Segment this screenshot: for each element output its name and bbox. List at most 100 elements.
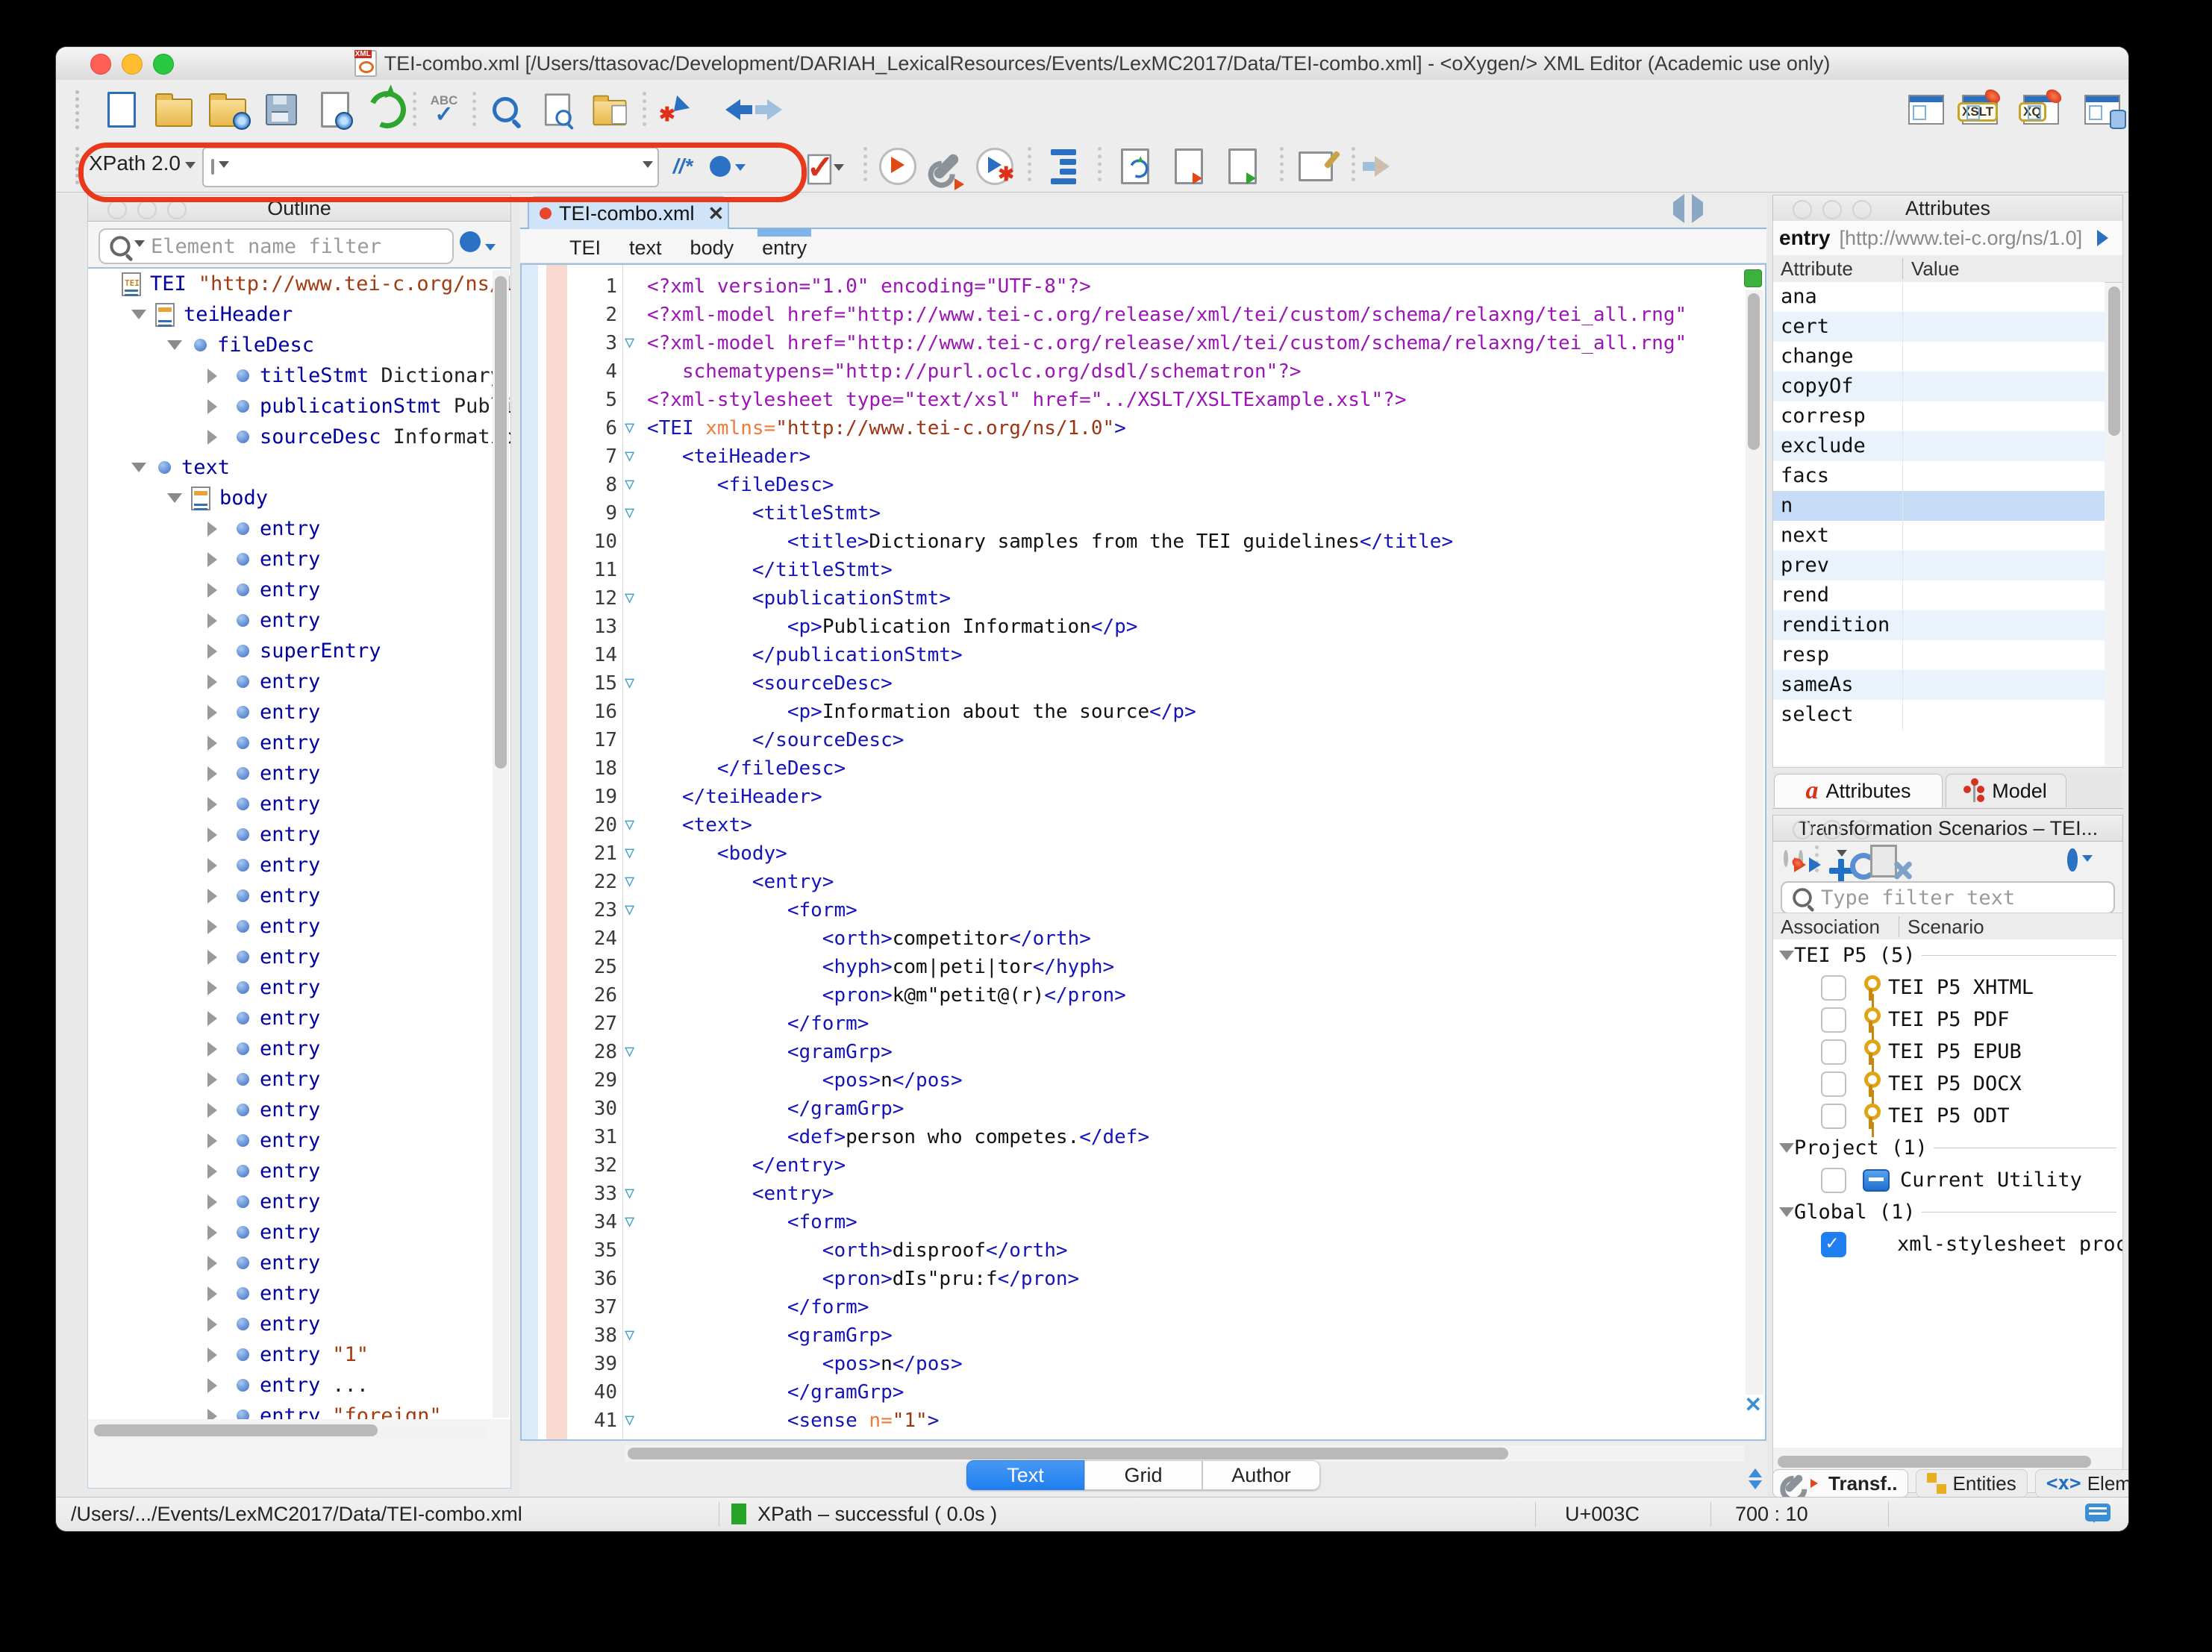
expand-icon[interactable] [207,1042,225,1057]
scenarios-settings-gear-icon[interactable] [2067,851,2093,867]
collapse-icon[interactable] [1779,951,1794,968]
code-line[interactable]: 40 </gramGrp> [522,1378,1765,1407]
code-line[interactable]: 38▽ <gramGrp> [522,1321,1765,1350]
outline-tree-item[interactable]: body [88,483,510,513]
outline-tree-item[interactable]: entry [88,819,510,850]
outline-tree-item[interactable]: entry [88,850,510,880]
attribute-row[interactable]: cert [1773,312,2105,342]
breadcrumb-item-body[interactable]: body [690,232,734,260]
editor-horizontal-scrollbar[interactable] [625,1445,1744,1462]
breadcrumb-item-TEI[interactable]: TEI [569,232,601,260]
code-line[interactable]: 24 <orth>competitor</orth> [522,924,1765,953]
code-line[interactable]: 9▽ <titleStmt> [522,499,1765,528]
outline-tree-item[interactable]: entry [88,544,510,575]
bottom-tab-elements[interactable]: <x>Elements [2035,1469,2128,1498]
attribute-row[interactable]: resp [1773,640,2105,670]
toolbar-grip[interactable] [75,147,79,184]
title-bar[interactable]: TEI-combo.xml [/Users/ttasovac/Developme… [56,47,2128,81]
fold-toggle-icon[interactable]: ▽ [625,471,634,499]
scenario-item[interactable]: TEI P5 ODT [1773,1100,2122,1132]
code-line[interactable]: 23▽ <form> [522,896,1765,924]
code-line[interactable]: 41▽ <sense n="1"> [522,1407,1765,1435]
scenario-item[interactable]: Current Utility [1773,1164,2122,1196]
expand-icon[interactable] [207,1256,225,1271]
fold-toggle-icon[interactable]: ▽ [625,1038,634,1066]
fold-toggle-icon[interactable]: ▽ [625,414,634,442]
code-line[interactable]: 33▽ <entry> [522,1180,1765,1208]
code-line[interactable]: 17 </sourceDesc> [522,726,1765,754]
outline-tree-item[interactable]: entry [88,789,510,819]
scroll-tabs-right-icon[interactable] [1692,202,1711,216]
outline-filter-input[interactable] [149,234,452,259]
xslt-debugger-icon[interactable]: XSLT [1959,89,2001,131]
view-button-text[interactable]: Text [966,1460,1084,1490]
fold-toggle-icon[interactable]: ▽ [625,896,634,924]
outline-tree-item[interactable]: entry [88,880,510,911]
forward-icon[interactable] [2097,230,2116,246]
code-line[interactable]: 30 </gramGrp> [522,1095,1765,1123]
scenario-item[interactable]: TEI P5 EPUB [1773,1036,2122,1068]
open-url-icon[interactable] [207,89,249,131]
expand-icon[interactable] [207,430,225,445]
scenario-checkbox[interactable] [1821,1104,1846,1129]
code-line[interactable]: 12▽ <publicationStmt> [522,584,1765,613]
outline-tree-item[interactable]: text [88,452,510,483]
outline-vertical-scrollbar[interactable] [493,270,509,1418]
check-wellformed-icon[interactable] [1168,146,1210,187]
expand-icon[interactable] [207,1348,225,1362]
attribute-row[interactable]: sameAs [1773,670,2105,700]
code-line[interactable]: 15▽ <sourceDesc> [522,669,1765,698]
expand-icon[interactable] [207,705,225,720]
code-line[interactable]: 5<?xml-stylesheet type="text/xsl" href="… [522,386,1765,414]
save-icon[interactable] [260,89,302,131]
outline-tree-item[interactable]: entry [88,666,510,697]
fold-toggle-icon[interactable]: ▽ [625,811,634,839]
expand-icon[interactable] [207,1195,225,1210]
collapse-icon[interactable] [167,340,182,357]
outline-tree-item[interactable]: entry [88,697,510,728]
fold-toggle-icon[interactable]: ▽ [625,1180,634,1208]
outline-settings-gear-icon[interactable] [460,231,496,256]
code-line[interactable]: 6▽<TEI xmlns="http://www.tei-c.org/ns/1.… [522,414,1765,442]
outline-tree-item[interactable]: entry [88,1309,510,1339]
chevron-down-icon[interactable] [134,240,145,252]
outline-horizontal-scrollbar[interactable] [91,1422,488,1439]
attribute-row[interactable]: change [1773,342,2105,372]
notifications-icon[interactable] [2085,1504,2111,1521]
collapse-icon[interactable] [1779,1143,1794,1160]
open-folder-icon[interactable] [153,89,195,131]
code-line[interactable]: 39 <pos>n</pos> [522,1350,1765,1378]
duplicate-scenario-icon[interactable] [1877,852,1881,866]
tab-attributes[interactable]: aAttributes [1774,774,1943,807]
scroll-tabs-left-icon[interactable] [1665,202,1684,216]
expand-icon[interactable] [207,644,225,659]
associate-schema-icon[interactable] [1222,146,1263,187]
scenario-item[interactable]: xml-stylesheet proc.. [1773,1228,2122,1260]
back-icon[interactable] [707,89,749,131]
minimize-window-button[interactable] [122,54,143,75]
expand-icon[interactable] [207,1409,225,1420]
code-line[interactable]: 3▽<?xml-model href="http://www.tei-c.org… [522,329,1765,357]
chevron-down-icon[interactable] [1837,850,1847,862]
validate-icon[interactable]: ✓ [802,146,844,187]
outline-tree-item[interactable]: entry [88,1003,510,1033]
xpath-input[interactable] [202,147,659,187]
attribute-row[interactable]: prev [1773,551,2105,581]
code-line[interactable]: 34▽ <form> [522,1208,1765,1236]
expand-icon[interactable] [207,950,225,965]
forward-icon[interactable] [759,89,801,131]
debug-scenario-icon[interactable] [1799,852,1803,866]
code-line[interactable]: 28▽ <gramGrp> [522,1038,1765,1066]
search-icon[interactable] [484,89,526,131]
toolbar-grip[interactable] [75,90,79,129]
expand-icon[interactable] [207,1133,225,1148]
next-icon[interactable] [1749,1480,1762,1496]
scenario-checkbox[interactable] [1821,1039,1846,1065]
fold-toggle-icon[interactable]: ▽ [625,868,634,896]
expand-icon[interactable] [207,1225,225,1240]
collapse-icon[interactable] [131,310,146,327]
code-line[interactable]: 27 </form> [522,1010,1765,1038]
refresh-document-icon[interactable] [1114,146,1156,187]
debug-transformation-icon[interactable]: ✱ [974,146,1016,187]
outline-tree-item[interactable]: entry [88,942,510,972]
